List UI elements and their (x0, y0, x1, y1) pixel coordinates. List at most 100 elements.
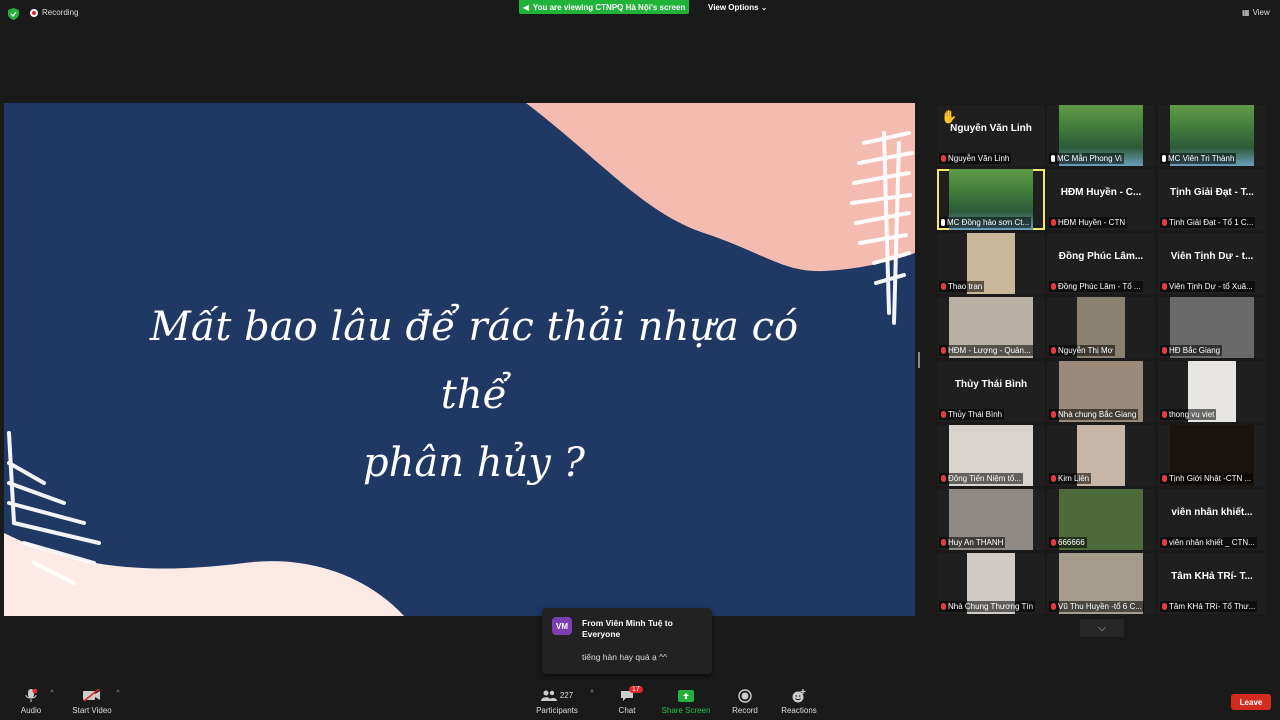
meeting-toolbar: Audio ^ Start Video ^ 227 Participants ^ (0, 680, 1280, 720)
participants-label: Participants (536, 706, 578, 715)
participant-label: Tâm KHả TRí- Tổ Thư... (1160, 601, 1258, 612)
slide-title: Mất bao lâu để rác thải nhựa có thể phân… (124, 293, 824, 497)
grid-icon: ▦ (1242, 8, 1250, 17)
chat-notification[interactable]: VM From Viên Minh Tuệ to Everyone tiếng … (542, 608, 712, 674)
start-video-button[interactable]: Start Video (66, 688, 118, 715)
muted-mic-icon (1051, 475, 1056, 482)
audio-label: Audio (20, 706, 42, 715)
chevron-up-icon: ^ (50, 690, 54, 697)
participant-label: Thủy Thái Bình (939, 409, 1005, 420)
speaker-icon: ◀ (522, 2, 529, 12)
participant-tile[interactable]: Nhà Chung Thương Tín (937, 553, 1045, 614)
reactions-label: Reactions (781, 706, 817, 715)
participant-label: Nguyễn Thị Mơ (1049, 345, 1115, 356)
participant-label-text: MC Đồng hảo sơn Ct... (947, 218, 1030, 227)
participant-label: Nguyễn Văn Linh (939, 153, 1012, 164)
participant-label-text: Thủy Thái Bình (948, 410, 1003, 419)
participant-label: HĐM - Lượng - Quản... (939, 345, 1033, 356)
view-label: View (1252, 8, 1270, 17)
participant-label: 666666 (1049, 537, 1087, 548)
muted-mic-icon (1162, 411, 1167, 418)
participant-label: viên nhân khiết _ CTN... (1160, 537, 1257, 548)
participant-tile[interactable]: MC Đồng hảo sơn Ct... (937, 169, 1045, 230)
participant-tile[interactable]: Nguyễn Thị Mơ (1047, 297, 1155, 358)
participant-label: Viên Tịnh Dự - tổ Xuâ... (1160, 281, 1255, 292)
video-off-icon (83, 689, 100, 702)
gallery-next-page-button[interactable]: ⌵ (1080, 619, 1124, 637)
participant-label: Vũ Thu Huyền -tổ 6 C... (1049, 601, 1144, 612)
participant-label: thong vu viet (1160, 409, 1217, 420)
recording-indicator[interactable]: Recording (30, 8, 78, 17)
shield-icon[interactable] (8, 8, 19, 20)
participant-label-text: Kim Liên (1058, 474, 1090, 483)
microphone-icon (25, 688, 37, 702)
video-options-caret[interactable]: ^ (113, 688, 123, 697)
record-button[interactable]: Record (727, 688, 763, 715)
participant-tile[interactable]: HĐM - Lượng - Quản... (937, 297, 1045, 358)
muted-mic-icon (1162, 283, 1167, 290)
share-screen-icon (678, 689, 694, 702)
participant-tile[interactable]: Nguyễn Văn Linh ✋ Nguyễn Văn Linh (937, 105, 1045, 166)
participant-tile[interactable]: HĐ Bắc Giang (1158, 297, 1266, 358)
participant-name: Tâm KHả TRí- T... (1171, 571, 1253, 582)
share-screen-button[interactable]: Share Screen (660, 688, 712, 715)
raised-hand-icon: ✋ (941, 109, 958, 124)
participant-tile[interactable]: Tịnh Giới Nhật -CTN ... (1158, 425, 1266, 486)
participant-tile[interactable]: Viên Tịnh Dự - t... Viên Tịnh Dự - tổ Xuâ… (1158, 233, 1266, 294)
leave-button[interactable]: Leave (1231, 694, 1271, 710)
participant-label: Tịnh Giải Đạt - Tổ 1 C... (1160, 217, 1256, 228)
participant-tile[interactable]: Đồng Phúc Lâm... Đồng Phúc Lâm - Tổ ... (1047, 233, 1155, 294)
participant-tile[interactable]: Tịnh Giải Đạt - T... Tịnh Giải Đạt - Tổ 1… (1158, 169, 1266, 230)
audio-options-caret[interactable]: ^ (47, 688, 57, 697)
participants-icon (540, 690, 557, 701)
participant-name: Viên Tịnh Dự - t... (1170, 251, 1254, 262)
participant-tile[interactable]: HĐM Huyền - C... HĐM Huyền - CTN (1047, 169, 1155, 230)
participant-tile[interactable]: Huy An THANH (937, 489, 1045, 550)
participant-tile[interactable]: Vũ Thu Huyền -tổ 6 C... (1047, 553, 1155, 614)
participant-tile[interactable]: MC Viên Tri Thành (1158, 105, 1266, 166)
participant-tile[interactable]: 666666 (1047, 489, 1155, 550)
smiley-plus-icon (792, 688, 806, 702)
participant-label-text: Tịnh Giới Nhật -CTN ... (1169, 474, 1252, 483)
view-options-button[interactable]: View Options ⌄ (708, 3, 767, 12)
participant-label: Đồng Phúc Lâm - Tổ ... (1049, 281, 1143, 292)
participants-options-caret[interactable]: ^ (587, 688, 597, 697)
muted-mic-icon (1162, 603, 1167, 610)
participant-tile[interactable]: Nhà chung Bắc Giang (1047, 361, 1155, 422)
participants-button[interactable]: 227 Participants (532, 688, 582, 715)
participant-tile[interactable]: MC Mẫn Phong Vi (1047, 105, 1155, 166)
participant-label: Tịnh Giới Nhật -CTN ... (1160, 473, 1254, 484)
participant-tile[interactable]: Thao tran (937, 233, 1045, 294)
participant-label-text: MC Mẫn Phong Vi (1057, 154, 1122, 163)
participant-label-text: Thao tran (948, 282, 983, 291)
participant-tile[interactable]: thong vu viet (1158, 361, 1266, 422)
participant-label: MC Viên Tri Thành (1160, 153, 1237, 164)
participant-name: HĐM Huyền - C... (1060, 187, 1142, 198)
chevron-up-icon: ^ (116, 690, 120, 697)
view-options-label: View Options (708, 3, 759, 12)
chat-button[interactable]: 17 Chat (612, 686, 643, 715)
participant-tile[interactable]: Đông Tiến Niệm tổ... (937, 425, 1045, 486)
chat-label: Chat (618, 706, 636, 715)
participant-name: Thủy Thái Bình (954, 379, 1028, 390)
muted-mic-icon (941, 539, 946, 546)
muted-mic-icon (941, 155, 946, 162)
avatar: VM (552, 617, 572, 635)
participant-label-text: Nhà chung Bắc Giang (1058, 410, 1137, 419)
chat-message: tiếng hàn hay quá ạ ^^ (582, 652, 668, 662)
reactions-button[interactable]: Reactions (777, 688, 821, 715)
participant-tile[interactable]: viên nhân khiết... viên nhân khiết _ CTN.… (1158, 489, 1266, 550)
participant-label-text: Tịnh Giải Đạt - Tổ 1 C... (1169, 218, 1254, 227)
participant-label-text: MC Viên Tri Thành (1168, 154, 1235, 163)
splitter-handle[interactable] (918, 352, 920, 368)
audio-button[interactable]: Audio (18, 688, 44, 715)
muted-mic-icon (941, 283, 946, 290)
participant-tile[interactable]: Tâm KHả TRí- T... Tâm KHả TRí- Tổ Thư... (1158, 553, 1266, 614)
muted-mic-icon (1051, 603, 1056, 610)
participant-label-text: thong vu viet (1169, 410, 1215, 419)
view-button[interactable]: ▦ View (1242, 8, 1270, 17)
participant-label-text: Viên Tịnh Dự - tổ Xuâ... (1169, 282, 1253, 291)
record-icon (738, 688, 752, 703)
participant-tile[interactable]: Kim Liên (1047, 425, 1155, 486)
participant-tile[interactable]: Thủy Thái Bình Thủy Thái Bình (937, 361, 1045, 422)
